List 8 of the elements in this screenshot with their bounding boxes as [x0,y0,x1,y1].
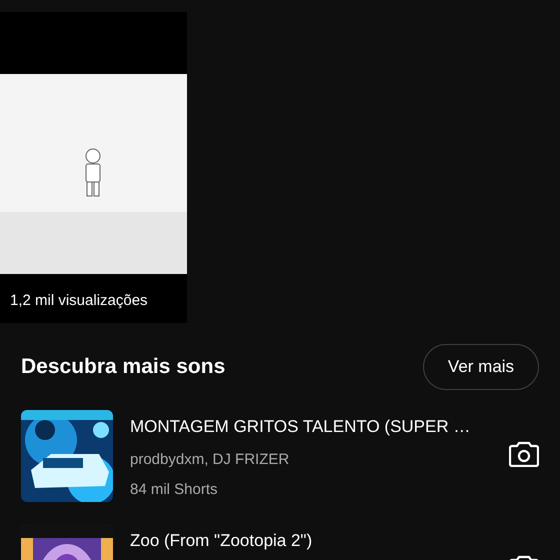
section-title: Descubra mais sons [21,354,226,380]
sound-title[interactable]: MONTAGEM GRITOS TALENTO (SUPER … [130,414,509,440]
see-more-button[interactable]: Ver mais [423,344,539,390]
sound-title[interactable]: Zoo (From "Zootopia 2") [130,528,509,554]
shorts-count: 84 mil Shorts [130,480,219,500]
sound-artists: prodbydxm, DJ FRIZER [130,450,290,470]
view-count: 1,2 mil visualizações [10,291,148,311]
camera-icon[interactable] [509,441,539,467]
